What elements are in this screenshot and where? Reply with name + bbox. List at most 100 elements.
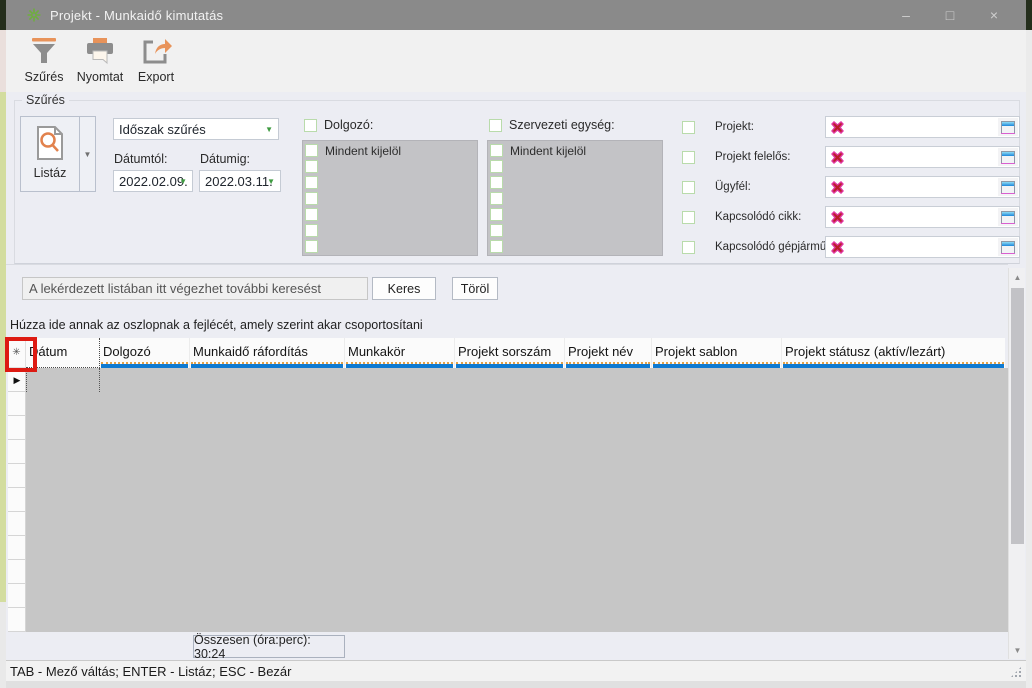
list-item-select-all[interactable]: Mindent kijelöl [305,143,477,158]
scroll-up-button[interactable]: ▲ [1010,269,1025,285]
org-unit-list[interactable]: Mindent kijelöl [487,140,663,256]
checkbox-icon[interactable] [682,211,695,224]
lookup-row-customer: Ügyfél: [682,176,1020,198]
related-item-filter-label: Kapcsolódó cikk: [715,211,825,223]
project-filter-input[interactable] [825,116,1020,138]
column-header-dolgozo[interactable]: Dolgozó [100,338,190,368]
employee-filter-label: Dolgozó: [324,118,373,132]
list-item-select-all[interactable]: Mindent kijelöl [490,143,662,158]
checkbox-icon [490,144,503,157]
list-item[interactable] [305,175,477,190]
list-item[interactable] [305,207,477,222]
lookup-row-related-vehicle: Kapcsolódó gépjármű: [682,236,1020,258]
list-item[interactable] [305,239,477,254]
clear-search-button[interactable]: Töröl [452,277,498,300]
app-window: Projekt - Munkaidő kimutatás – □ × Szűré… [6,0,1026,688]
period-filter-combo[interactable]: Időszak szűrés ▼ [113,118,279,140]
list-item[interactable] [490,223,662,238]
checkbox-icon [305,144,318,157]
checkbox-icon [305,240,318,253]
list-item[interactable] [490,191,662,206]
column-header-munkakor[interactable]: Munkakör [345,338,455,368]
clear-x-icon[interactable] [830,120,845,135]
checkbox-icon[interactable] [682,121,695,134]
project-manager-filter-input[interactable] [825,146,1020,168]
list-item[interactable] [305,223,477,238]
grid-header-row: ✳ Dátum Dolgozó Munkaidő ráfordítás Munk… [8,338,1005,368]
select-all-label: Mindent kijelöl [325,144,401,158]
group-by-hint: Húzza ide annak az oszlopnak a fejlécét,… [10,318,423,332]
title-bar[interactable]: Projekt - Munkaidő kimutatás – □ × [6,0,1026,30]
lookup-picker-button[interactable] [998,178,1018,196]
scrollbar-thumb[interactable] [1011,288,1024,544]
checkbox-icon [490,224,503,237]
date-from-value: 2022.02.09. [119,174,188,189]
date-from-combo[interactable]: 2022.02.09. ▼ [113,170,193,192]
list-item[interactable] [305,159,477,174]
list-button[interactable]: Listáz [20,116,80,192]
checkbox-icon[interactable] [682,181,695,194]
column-header-projekt-sorszam[interactable]: Projekt sorszám [455,338,565,368]
close-button[interactable]: × [972,0,1016,30]
checkbox-icon [305,208,318,221]
chevron-down-icon: ▼ [265,125,273,134]
related-item-filter-input[interactable] [825,206,1020,228]
background-corner-top-right [1026,0,1032,30]
customer-filter-input[interactable] [825,176,1020,198]
project-filter-label: Projekt: [715,121,825,133]
chevron-down-icon: ▼ [84,150,92,159]
vertical-scrollbar[interactable]: ▲ ▼ [1008,268,1025,659]
lookup-picker-button[interactable] [998,148,1018,166]
clear-x-icon[interactable] [830,210,845,225]
grid-body[interactable] [26,368,1008,632]
search-button[interactable]: Keres [372,277,436,300]
customer-filter-label: Ügyfél: [715,181,825,193]
export-toolbar-button[interactable]: Export [128,30,184,90]
clear-x-icon[interactable] [830,240,845,255]
background-window-edge-right [1026,0,1032,688]
list-item[interactable] [490,207,662,222]
grid-footer: Összesen (óra:perc): 30:24 [6,632,1008,660]
minimize-button[interactable]: – [884,0,928,30]
clear-x-icon[interactable] [830,180,845,195]
filter-toolbar-button[interactable]: Szűrés [16,30,72,90]
checkbox-icon [305,160,318,173]
lookup-picker-button[interactable] [998,208,1018,226]
lookup-row-project-manager: Projekt felelős: [682,146,1020,168]
column-header-projekt-sablon[interactable]: Projekt sablon [652,338,782,368]
column-header-projekt-nev[interactable]: Projekt név [565,338,652,368]
list-item[interactable] [490,159,662,174]
scroll-down-button[interactable]: ▼ [1010,642,1025,658]
search-input[interactable] [22,277,368,300]
chevron-down-icon: ▼ [1014,646,1022,655]
date-to-combo[interactable]: 2022.03.11. ▼ [199,170,281,192]
employee-filter-checkbox[interactable]: Dolgozó: [304,118,373,132]
filter-groupbox-title: Szűrés [22,93,69,107]
chevron-down-icon: ▼ [267,177,275,186]
related-vehicle-filter-label: Kapcsolódó gépjármű: [715,241,825,253]
list-button-dropdown[interactable]: ▼ [80,116,96,192]
org-unit-filter-checkbox[interactable]: Szervezeti egység: [489,118,615,132]
list-item[interactable] [490,175,662,190]
checkbox-icon [304,119,317,132]
employee-list[interactable]: Mindent kijelöl [302,140,478,256]
toolbar: Szűrés Nyomtat Export [6,30,1026,92]
lookup-picker-button[interactable] [998,238,1018,256]
list-item[interactable] [490,239,662,254]
checkbox-icon[interactable] [682,151,695,164]
status-bar: TAB - Mező váltás; ENTER - Listáz; ESC -… [6,660,1026,681]
print-toolbar-button[interactable]: Nyomtat [72,30,128,90]
list-item[interactable] [305,191,477,206]
export-icon [139,36,173,66]
app-logo-icon [26,7,42,23]
related-vehicle-filter-input[interactable] [825,236,1020,258]
lookup-picker-button[interactable] [998,118,1018,136]
clear-x-icon[interactable] [830,150,845,165]
column-header-munkaido[interactable]: Munkaidő ráfordítás [190,338,345,368]
checkbox-icon[interactable] [682,241,695,254]
column-header-datum[interactable]: Dátum [26,338,100,368]
column-header-projekt-statusz[interactable]: Projekt státusz (aktív/lezárt) [782,338,1005,368]
maximize-button[interactable]: □ [928,0,972,30]
chevron-down-icon: ▼ [179,177,187,186]
window-title: Projekt - Munkaidő kimutatás [50,8,223,23]
